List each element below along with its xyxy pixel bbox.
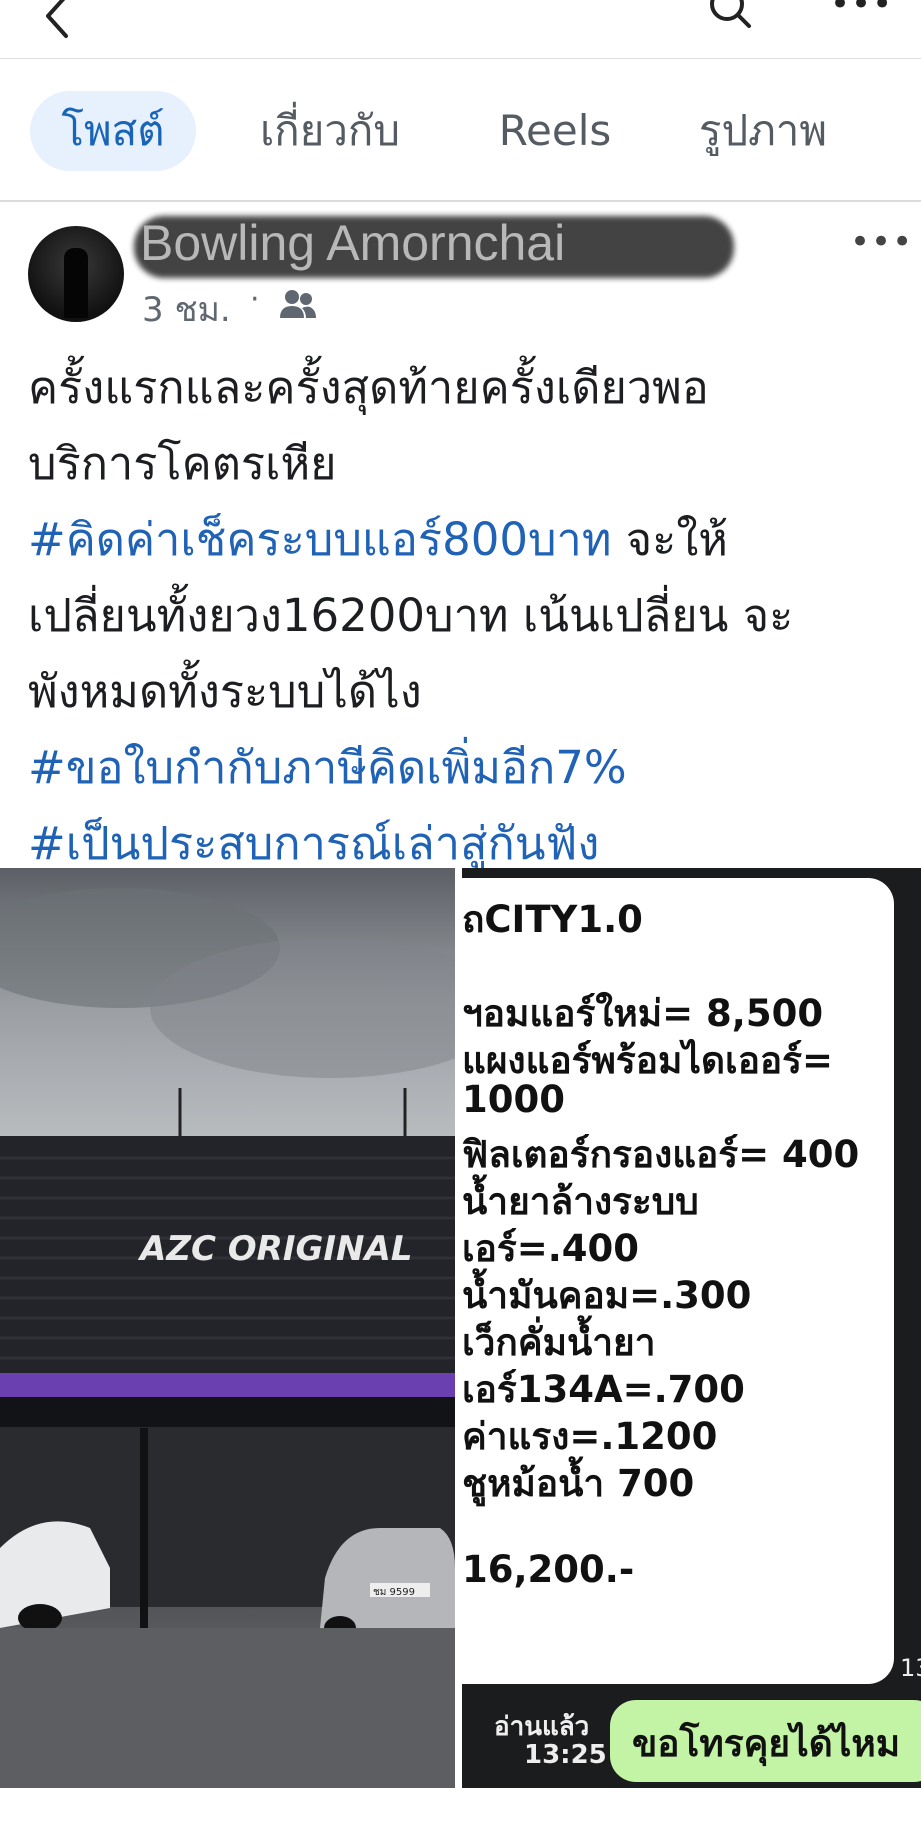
author-name-wrap[interactable]: Bowling Amornchai [134, 210, 734, 280]
tab-posts[interactable]: โพสต์ [30, 91, 196, 171]
chat-line: 1000 [462, 1078, 565, 1121]
edge-time: 13 [900, 1654, 921, 1682]
search-icon[interactable] [705, 0, 755, 32]
more-dots-icon[interactable]: ••• [830, 0, 893, 21]
chat-line: 16,200.- [462, 1548, 635, 1591]
read-time: 13:25 [524, 1740, 607, 1770]
post-text-span: เปลี่ยนทั้งยวง16200บาท เน้นเปลี่ยน จะ [28, 589, 794, 642]
divider [0, 200, 921, 202]
author-name[interactable]: Bowling Amornchai [140, 214, 565, 272]
tab-photos[interactable]: รูปภาพ [678, 91, 848, 171]
post-text-line: ครั้งแรกและครั้งสุดท้ายครั้งเดียวพอ [28, 350, 898, 426]
post-text-span: บริการโคตรเหีย [28, 437, 337, 490]
post-text-span: ครั้งแรกและครั้งสุดท้ายครั้งเดียวพอ [28, 361, 709, 414]
post-text-span: จะให้ [611, 513, 728, 566]
post-options-icon[interactable]: ••• [850, 222, 913, 262]
post-text-line: #ขอใบกำกับภาษีคิดเพิ่มอีก7% [28, 730, 898, 806]
hashtag-link[interactable]: #เป็นประสบการณ์เล่าสู่กันฟัง [28, 817, 599, 870]
post-text: ครั้งแรกและครั้งสุดท้ายครั้งเดียวพอบริกา… [28, 350, 898, 882]
photo-shop-front[interactable]: AZC ORIGINAL ชม 9599 [0, 868, 455, 1788]
separator: · [250, 282, 260, 317]
reply-text: ขอโทรคุยได้ไหม [632, 1721, 901, 1765]
post-text-line: #คิดค่าเช็คระบบแอร์800บาท จะให้ [28, 502, 898, 578]
tab-reels[interactable]: Reels [480, 91, 630, 171]
chat-line: ชูหม้อน้ำ 700 [462, 1462, 695, 1505]
post-text-line: บริการโคตรเหีย [28, 426, 898, 502]
avatar[interactable] [28, 226, 124, 322]
chat-message-text: ถCITY1.0 ฯอมแอร์ใหม่= 8,500 แผงแอร์พร้อมได… [462, 868, 921, 1688]
chat-line: ถCITY1.0 [462, 898, 643, 941]
post-text-span: พังหมดทั้งระบบได้ไง [28, 665, 422, 718]
post-text-line: เปลี่ยนทั้งยวง16200บาท เน้นเปลี่ยน จะ [28, 578, 898, 654]
photo-chat-screenshot[interactable]: ถCITY1.0 ฯอมแอร์ใหม่= 8,500 แผงแอร์พร้อมได… [462, 868, 921, 1788]
hashtag-link[interactable]: #ขอใบกำกับภาษีคิดเพิ่มอีก7% [28, 741, 627, 794]
license-plate: ชม 9599 [373, 1587, 415, 1598]
shop-sign: AZC ORIGINAL [137, 1229, 412, 1269]
hashtag-link[interactable]: #คิดค่าเช็คระบบแอร์800บาท [28, 513, 611, 566]
post-text-line: พังหมดทั้งระบบได้ไง [28, 654, 898, 730]
back-chevron-icon[interactable] [38, 0, 78, 38]
tab-about[interactable]: เกี่ยวกับ [240, 91, 420, 171]
post-time[interactable]: 3 ชม. [142, 282, 231, 336]
profile-tabs: โพสต์ เกี่ยวกับ Reels รูปภาพ [0, 59, 921, 201]
friends-icon [278, 288, 318, 322]
top-bar [0, 0, 921, 58]
